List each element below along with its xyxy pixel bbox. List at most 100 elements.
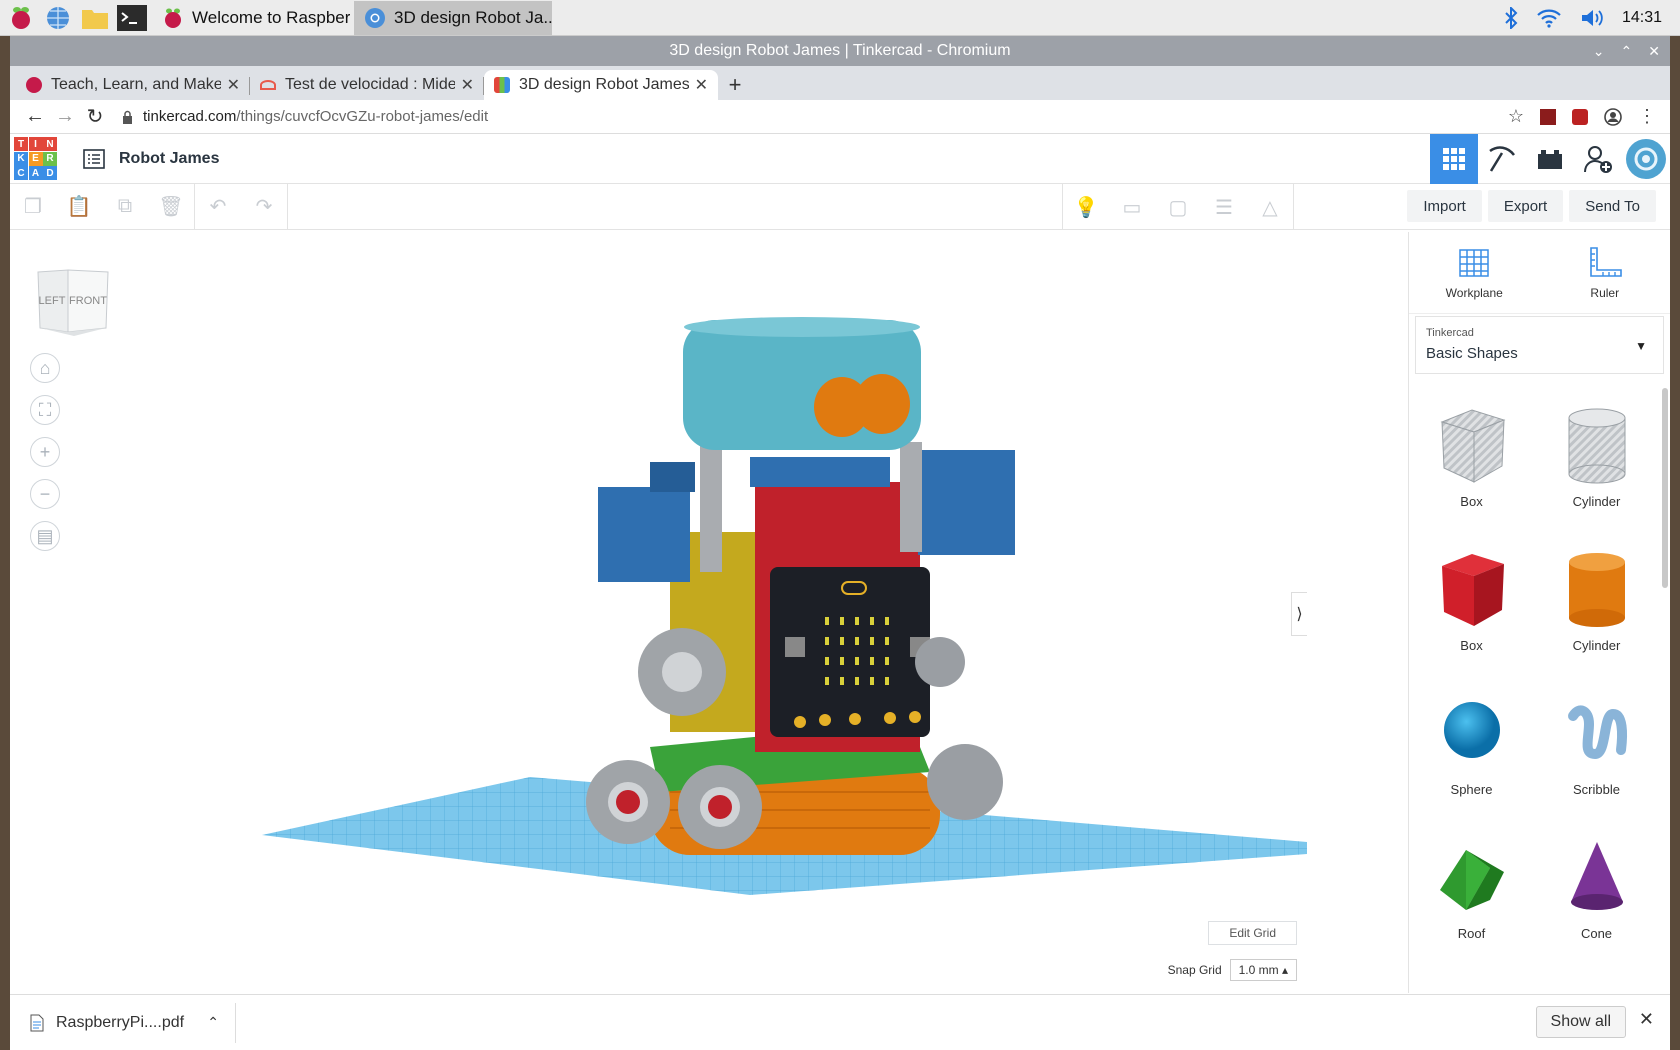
profile-icon[interactable]	[1604, 107, 1622, 126]
shape-sphere[interactable]: Sphere	[1409, 694, 1534, 820]
mirror-icon[interactable]: △	[1247, 184, 1293, 230]
invite-user-button[interactable]	[1574, 134, 1622, 184]
cylinder-icon	[1568, 553, 1625, 627]
terminal-icon[interactable]	[116, 2, 148, 34]
maximize-icon[interactable]: ⌃	[1621, 43, 1633, 60]
gear-front-left[interactable]	[586, 760, 670, 844]
gear-front-right[interactable]	[678, 765, 762, 849]
user-avatar[interactable]	[1622, 134, 1670, 184]
browser-menu-icon[interactable]: ⋮	[1638, 106, 1656, 127]
logo-letter: E	[28, 151, 43, 166]
new-tab-button[interactable]: +	[718, 70, 752, 100]
3d-view-button[interactable]	[1430, 134, 1478, 184]
back-icon[interactable]: ←	[20, 102, 50, 132]
zoom-in-icon[interactable]: +	[30, 437, 60, 467]
close-window-icon[interactable]: ✕	[1648, 43, 1660, 60]
shape-box[interactable]: Box	[1409, 550, 1534, 676]
3d-workspace[interactable]: LEFT FRONT ⌂ ⛶ + − ▤ Edit Grid Snap Grid…	[10, 232, 1307, 993]
gear-upper-left[interactable]	[638, 628, 726, 716]
delete-icon[interactable]: 🗑	[148, 184, 194, 230]
collapse-panel-icon[interactable]: ⟩	[1291, 592, 1307, 636]
shape-cylinder[interactable]: Cylinder	[1534, 550, 1659, 676]
fit-view-icon[interactable]: ⛶	[30, 395, 60, 425]
projection-icon[interactable]: ▤	[30, 521, 60, 551]
show-all-button[interactable]: Show all	[1535, 1006, 1626, 1038]
logo-letter: D	[43, 166, 57, 180]
viewcube-front-label: FRONT	[69, 295, 107, 307]
align-icon[interactable]: ☰	[1201, 184, 1247, 230]
bookmark-star-icon[interactable]: ☆	[1508, 106, 1524, 127]
design-title[interactable]: Robot James	[119, 150, 219, 168]
duplicate-icon[interactable]: ⧉	[102, 184, 148, 230]
zoom-out-icon[interactable]: −	[30, 479, 60, 509]
bricks-view-button[interactable]	[1526, 134, 1574, 184]
taskbar-task-tinkercad[interactable]: 3D design Robot Ja...	[354, 0, 552, 35]
robot-scene[interactable]	[10, 232, 1307, 993]
url-field[interactable]: tinkercad.com/things/cuvcfOcvGZu-robot-j…	[122, 108, 1508, 125]
tinkercad-toolbar: ❐ 📋 ⧉ 🗑 ↶ ↷ 💡 ▭ ▢ ☰ △ Import Export Send…	[10, 183, 1670, 230]
send-to-button[interactable]: Send To	[1569, 190, 1656, 222]
shape-library-select[interactable]: Tinkercad Basic Shapes ▼	[1415, 316, 1664, 374]
right-arm[interactable]	[918, 450, 1015, 555]
browser-launcher-icon[interactable]	[42, 2, 74, 34]
left-arm[interactable]	[598, 487, 690, 582]
workplane-icon	[1459, 248, 1489, 277]
browser-window: 3D design Robot James | Tinkercad - Chro…	[10, 36, 1670, 1050]
browser-tab-speedtest[interactable]: Test de velocidad : Mide ✕	[250, 70, 484, 100]
export-button[interactable]: Export	[1487, 190, 1564, 222]
bluetooth-icon[interactable]	[1504, 7, 1518, 29]
shape-box-hole[interactable]: Box	[1409, 406, 1534, 532]
reload-icon[interactable]: ↻	[80, 102, 110, 132]
toolbar-divider	[287, 183, 288, 230]
gear-right[interactable]	[915, 637, 965, 687]
undo-icon[interactable]: ↶	[195, 184, 241, 230]
clock: 14:31	[1621, 9, 1662, 26]
home-view-icon[interactable]: ⌂	[30, 353, 60, 383]
shape-cylinder-hole[interactable]: Cylinder	[1534, 406, 1659, 532]
ublock-icon[interactable]	[1572, 108, 1588, 125]
download-item[interactable]: RaspberryPi....pdf ⌃	[10, 1002, 236, 1043]
wifi-icon[interactable]	[1536, 8, 1562, 28]
raspberry-icon	[165, 8, 181, 28]
ungroup-icon[interactable]: ▢	[1155, 184, 1201, 230]
forward-icon[interactable]: →	[50, 102, 80, 132]
panel-scrollbar[interactable]	[1662, 388, 1668, 588]
copy-icon[interactable]: ❐	[10, 184, 56, 230]
ruler-button[interactable]: Ruler	[1540, 232, 1671, 313]
import-button[interactable]: Import	[1407, 190, 1482, 222]
shape-roof[interactable]: Roof	[1409, 838, 1534, 964]
right-eye[interactable]	[854, 374, 910, 434]
taskbar-task-label: Welcome to Raspberr...	[192, 7, 350, 27]
file-manager-icon[interactable]	[79, 2, 111, 34]
logo-letter: K	[14, 151, 28, 166]
shape-cone[interactable]: Cone	[1534, 838, 1659, 964]
blocks-view-button[interactable]	[1478, 134, 1526, 184]
scribble-icon	[1567, 705, 1627, 760]
raspberry-menu-icon[interactable]	[5, 2, 37, 34]
minimize-icon[interactable]: ⌄	[1593, 43, 1605, 60]
close-download-bar-icon[interactable]: ✕	[1639, 1009, 1654, 1030]
browser-tab-tinkercad[interactable]: 3D design Robot James ✕	[484, 70, 718, 100]
close-tab-icon[interactable]: ✕	[461, 75, 474, 95]
browser-tab-raspberry[interactable]: Teach, Learn, and Make w ✕	[16, 70, 250, 100]
group-icon[interactable]: ▭	[1109, 184, 1155, 230]
tinkercad-logo[interactable]: T I N K E R C A D	[14, 137, 57, 180]
paste-icon[interactable]: 📋	[56, 184, 102, 230]
chevron-up-icon[interactable]: ⌃	[207, 1014, 219, 1031]
taskbar-task-label: 3D design Robot Ja...	[394, 7, 552, 27]
notes-lightbulb-icon[interactable]: 💡	[1063, 184, 1109, 230]
edit-grid-button[interactable]: Edit Grid	[1208, 921, 1297, 945]
close-tab-icon[interactable]: ✕	[695, 75, 708, 95]
redo-icon[interactable]: ↷	[241, 184, 287, 230]
gear-back-right[interactable]	[927, 744, 1003, 820]
view-cube[interactable]: LEFT FRONT	[34, 266, 114, 342]
snap-grid-select[interactable]: 1.0 mm ▴	[1229, 959, 1297, 981]
workplane-button[interactable]: Workplane	[1409, 232, 1540, 313]
taskbar-task-welcome[interactable]: Welcome to Raspberr...	[152, 1, 350, 35]
close-tab-icon[interactable]: ✕	[227, 75, 240, 95]
extension-icon[interactable]	[1540, 108, 1556, 125]
design-list-icon[interactable]	[83, 148, 105, 169]
volume-icon[interactable]	[1580, 8, 1604, 28]
shape-scribble[interactable]: Scribble	[1534, 694, 1659, 820]
shape-label: Cylinder	[1572, 638, 1621, 653]
